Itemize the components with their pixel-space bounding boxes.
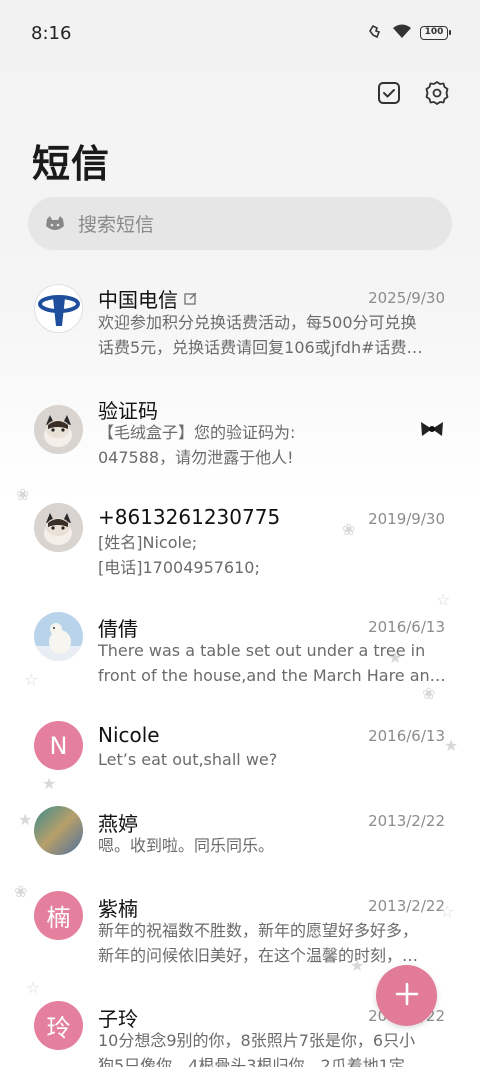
message-preview: 欢迎参加积分兑换话费活动，每500分可兑换 话费5元，兑换话费请回复106或jf… bbox=[98, 313, 423, 357]
wifi-icon bbox=[392, 23, 412, 43]
list-item[interactable]: 中国电信 2025/9/30 欢迎参加积分兑换话费活动，每500分可兑换 话费5… bbox=[0, 262, 480, 372]
paw-print-icon: ❀ bbox=[422, 684, 436, 703]
status-time: 8:16 bbox=[31, 23, 72, 44]
status-bar: 8:16 100 bbox=[0, 0, 480, 66]
message-preview: 【毛绒盒子】您的验证码为: 047588，请勿泄露于他人! bbox=[98, 423, 296, 467]
star-icon: ☆ bbox=[24, 670, 39, 689]
battery-icon: 100 bbox=[420, 26, 451, 40]
star-icon: ★ bbox=[42, 774, 57, 793]
page-title: 短信 bbox=[32, 142, 111, 186]
paw-print-icon: ❀ bbox=[342, 520, 356, 539]
avatar-letter: N bbox=[34, 721, 83, 770]
avatar-letter: 楠 bbox=[34, 891, 83, 940]
search-input[interactable]: 搜索短信 bbox=[78, 210, 154, 237]
checkbox-icon[interactable] bbox=[376, 80, 402, 106]
message-date: 2013/2/22 bbox=[368, 897, 445, 915]
list-item[interactable]: N Nicole 2016/6/13 Let’s eat out,shall w… bbox=[0, 712, 480, 802]
status-icons: 100 bbox=[366, 22, 451, 44]
contact-name: 中国电信 bbox=[98, 288, 178, 312]
paw-print-icon: ❀ bbox=[14, 882, 28, 901]
message-date: 2013/2/22 bbox=[368, 812, 445, 830]
avatar-cat-photo bbox=[34, 503, 83, 552]
star-icon: ☆ bbox=[26, 978, 41, 997]
new-message-button[interactable] bbox=[376, 965, 437, 1026]
avatar-polar-bear-photo bbox=[34, 612, 83, 661]
avatar-landscape-photo bbox=[34, 806, 83, 855]
list-item[interactable]: +8613261230775 2019/9/30 [姓名]Nicole; [电话… bbox=[0, 492, 480, 592]
contact-name: Nicole bbox=[98, 723, 160, 747]
cat-face-icon bbox=[44, 213, 66, 235]
star-icon: ☆ bbox=[440, 902, 455, 921]
avatar-letter: 玲 bbox=[34, 1001, 83, 1050]
message-date: 2019/9/30 bbox=[368, 510, 445, 528]
list-item[interactable]: 验证码 【毛绒盒子】您的验证码为: 047588，请勿泄露于他人! bbox=[0, 382, 480, 482]
toolbar bbox=[376, 80, 450, 106]
avatar-cat-photo bbox=[34, 405, 83, 454]
paw-print-icon: ❀ bbox=[16, 485, 30, 504]
vibrate-icon bbox=[366, 22, 384, 44]
message-preview: 10分想念9别的你，8张照片7张是你，6只小 狗5只像你，4根骨头3根归你，2爪… bbox=[98, 1031, 416, 1067]
message-preview: Let’s eat out,shall we? bbox=[98, 750, 278, 769]
message-date: 2016/6/13 bbox=[368, 618, 445, 636]
star-icon: ★ bbox=[350, 956, 365, 975]
search-bar[interactable]: 搜索短信 bbox=[28, 197, 452, 250]
message-preview: 新年的祝福数不胜数，新年的愿望好多好多， 新年的问候依旧美好，在这个温馨的时刻，… bbox=[98, 921, 419, 965]
star-icon: ★ bbox=[18, 810, 33, 829]
list-item[interactable]: 倩倩 2016/6/13 There was a table set out u… bbox=[0, 602, 480, 702]
star-icon: ☆ bbox=[436, 590, 451, 609]
contact-name: +8613261230775 bbox=[98, 505, 281, 529]
gear-icon[interactable] bbox=[424, 80, 450, 106]
message-preview: 嗯。收到啦。同乐同乐。 bbox=[98, 836, 275, 855]
star-icon: ★ bbox=[444, 736, 459, 755]
china-telecom-logo bbox=[34, 284, 83, 333]
plus-icon bbox=[395, 982, 419, 1010]
message-date: 2025/9/30 bbox=[368, 289, 445, 307]
message-date: 2016/6/13 bbox=[368, 727, 445, 745]
message-preview: [姓名]Nicole; [电话]17004957610; bbox=[98, 533, 260, 577]
star-icon: ★ bbox=[388, 648, 403, 667]
edit-icon bbox=[184, 290, 197, 309]
